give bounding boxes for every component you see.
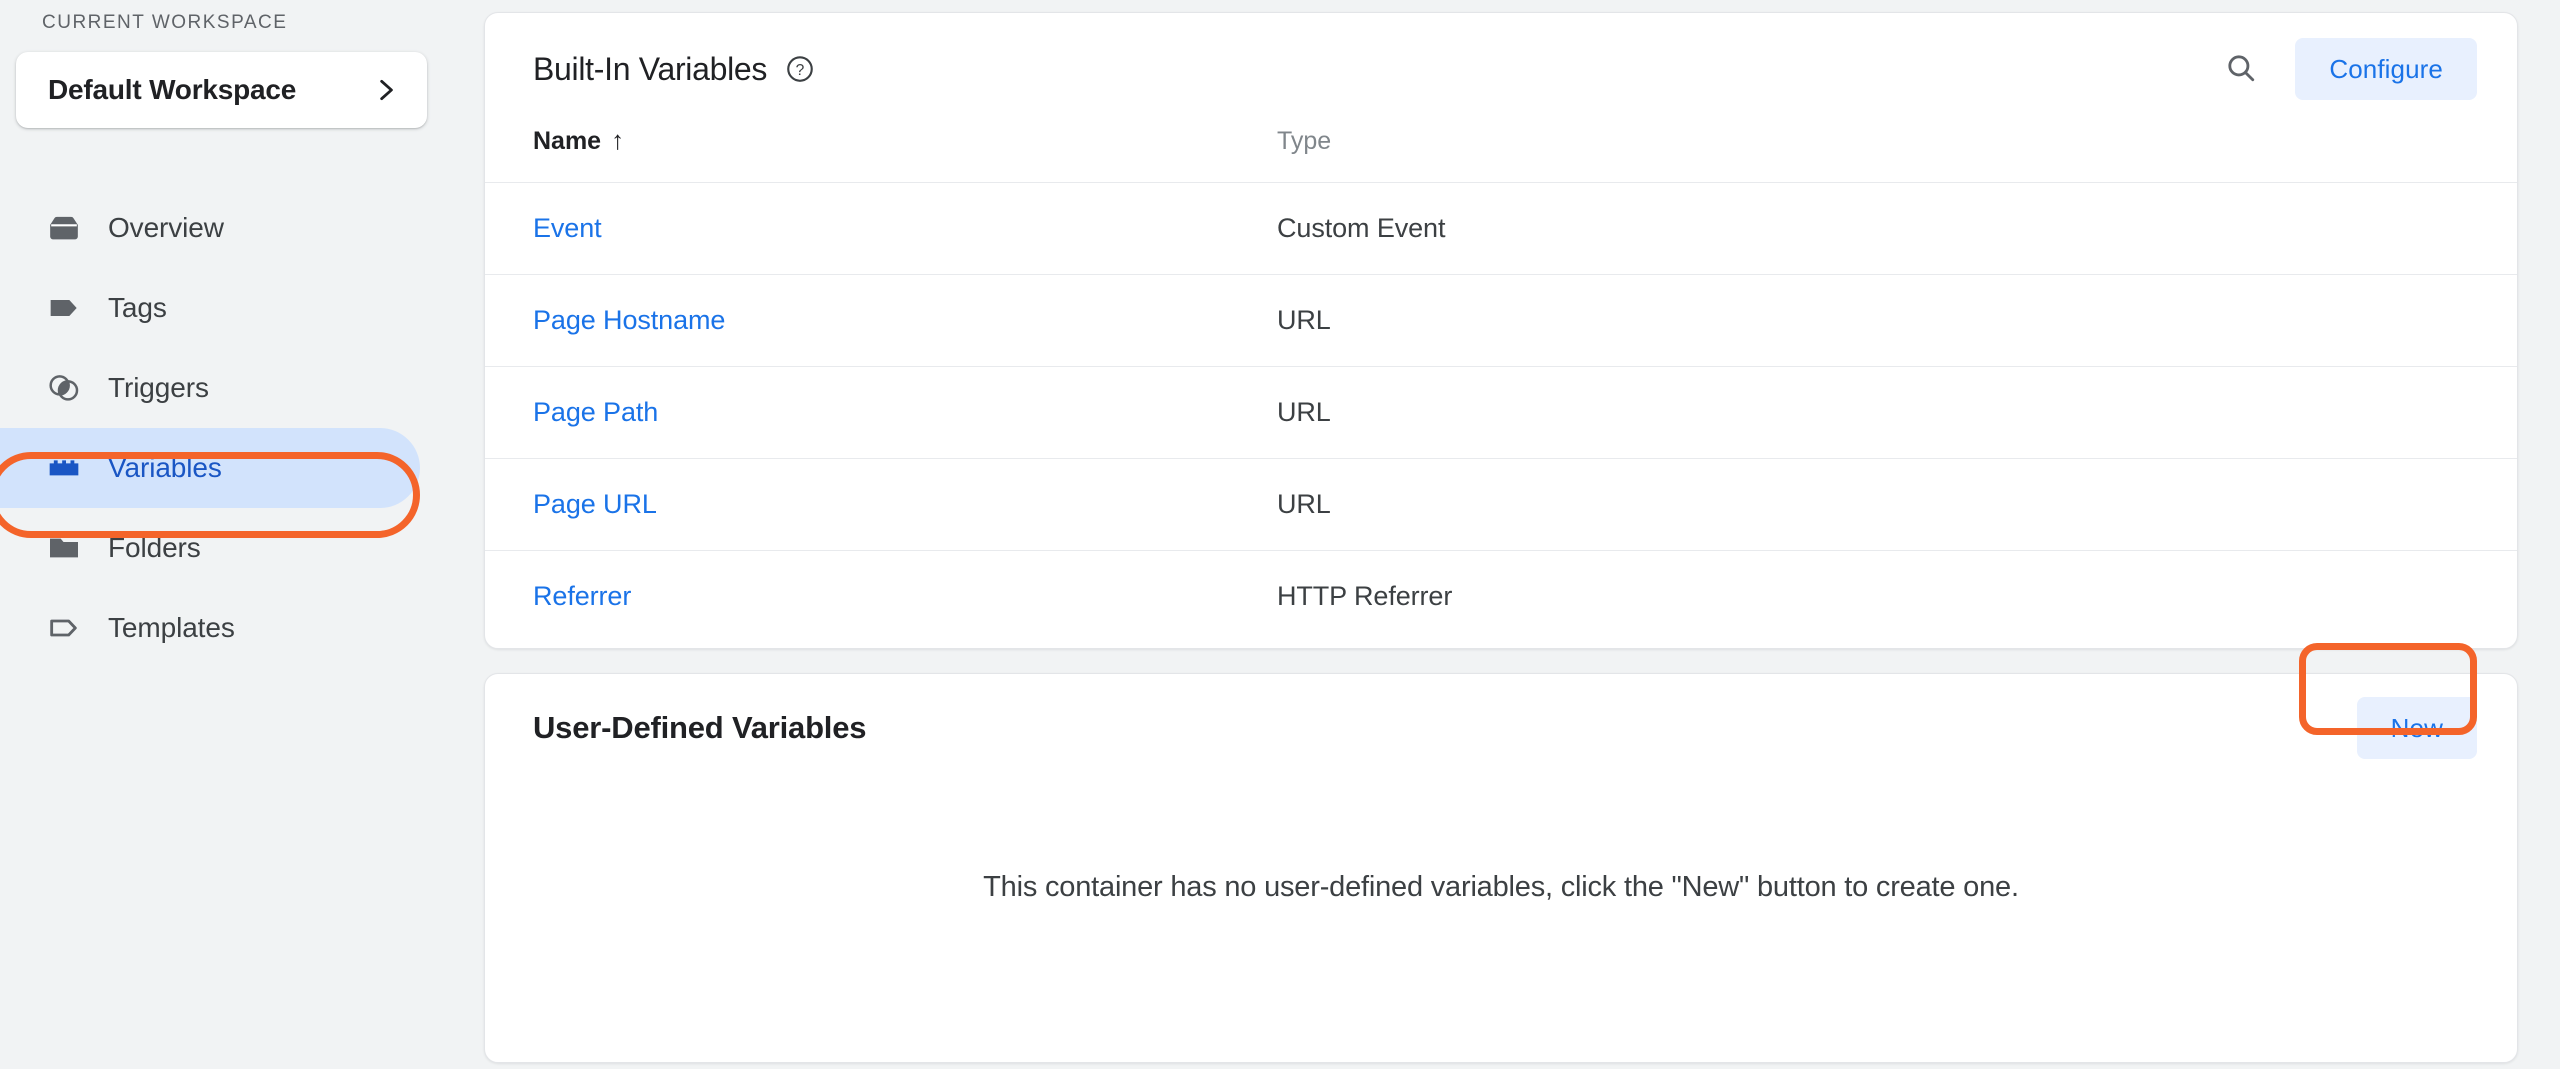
column-header-type[interactable]: Type [1277,125,2517,183]
search-icon [2224,51,2258,88]
sort-ascending-icon: ↑ [611,125,625,155]
table-row[interactable]: Page Hostname URL [485,274,2517,367]
new-button[interactable]: New [2356,697,2477,759]
variable-type-cell: URL [1277,274,2517,367]
sidebar-item-label: Templates [108,612,235,643]
built-in-variables-card: Built-In Variables ? Configure Name ↑ Ty… [484,12,2518,649]
table-head: Name ↑ Type [485,125,2517,183]
table-row[interactable]: Page Path URL [485,366,2517,459]
workspace-name: Default Workspace [48,74,297,105]
variable-type-cell: HTTP Referrer [1277,550,2517,648]
sidebar-item-label: Triggers [108,372,209,403]
sidebar-item-folders[interactable]: Folders [0,508,420,588]
svg-text:?: ? [796,62,805,79]
table-row[interactable]: Page URL URL [485,458,2517,551]
configure-button[interactable]: Configure [2295,38,2477,100]
variable-link[interactable]: Page Hostname [533,305,725,335]
current-workspace-label: CURRENT WORKSPACE [42,12,288,33]
tag-filled-icon [42,286,86,330]
search-button[interactable] [2213,41,2269,97]
sidebar-item-label: Tags [108,292,167,323]
built-in-variables-header: Built-In Variables ? Configure [485,13,2517,125]
variable-name-cell: Page Hostname [485,274,1277,367]
table-row[interactable]: Referrer HTTP Referrer [485,550,2517,648]
sidebar-item-tags[interactable]: Tags [0,268,420,348]
variable-name-cell: Event [485,182,1277,275]
brick-icon [42,446,86,490]
built-in-variables-table: Name ↑ Type Event Custom Event Page Host… [485,125,2517,648]
variable-name-cell: Referrer [485,550,1277,648]
column-header-name[interactable]: Name ↑ [485,125,1277,183]
empty-state-message: This container has no user-defined varia… [983,870,2019,903]
container-icon [42,206,86,250]
sidebar-item-triggers[interactable]: Triggers [0,348,420,428]
column-header-name-label: Name [533,127,602,155]
sidebar-item-label: Variables [108,452,222,483]
table-row[interactable]: Event Custom Event [485,182,2517,275]
sidebar: CURRENT WORKSPACE Default Workspace Over… [0,0,460,1069]
page-title: Built-In Variables [533,50,768,87]
user-defined-variables-header: User-Defined Variables New [485,674,2517,782]
sidebar-nav: Overview Tags Triggers Variables Folders… [0,188,460,668]
triggers-icon [42,366,86,410]
sidebar-item-templates[interactable]: Templates [0,588,420,668]
variable-name-cell: Page URL [485,458,1277,551]
sidebar-item-label: Overview [108,212,224,243]
gtm-variables-page: CURRENT WORKSPACE Default Workspace Over… [0,0,2560,1069]
variable-link[interactable]: Page URL [533,489,657,519]
help-circle-icon[interactable]: ? [785,54,815,84]
tag-outline-icon [42,606,86,650]
variable-link[interactable]: Referrer [533,581,631,611]
sidebar-item-overview[interactable]: Overview [0,188,420,268]
variable-type-cell: URL [1277,458,2517,551]
variable-name-cell: Page Path [485,366,1277,459]
user-defined-variables-card: User-Defined Variables New This containe… [484,673,2518,1063]
sidebar-item-variables[interactable]: Variables [0,428,420,508]
table-header-row: Name ↑ Type [485,125,2517,183]
variable-type-cell: URL [1277,366,2517,459]
workspace-selector[interactable]: Default Workspace [16,52,427,128]
chevron-right-icon [373,77,399,103]
table-body: Event Custom Event Page Hostname URL Pag… [485,182,2517,648]
folder-icon [42,526,86,570]
variable-link[interactable]: Page Path [533,397,658,427]
main-content: Built-In Variables ? Configure Name ↑ Ty… [460,0,2560,1069]
variable-type-cell: Custom Event [1277,182,2517,275]
section-title: User-Defined Variables [533,710,867,745]
sidebar-item-label: Folders [108,532,201,563]
variable-link[interactable]: Event [533,213,602,243]
